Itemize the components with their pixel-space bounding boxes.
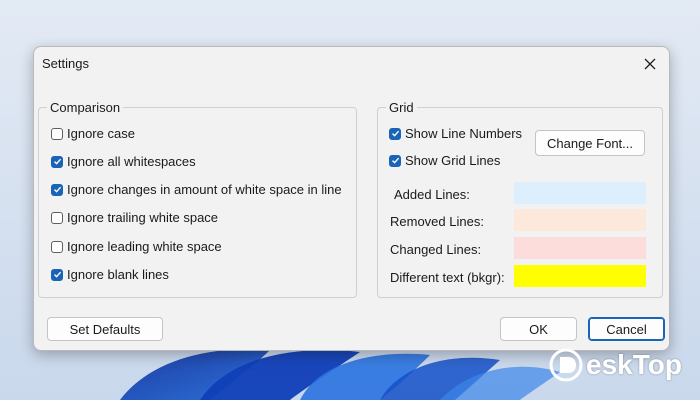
changed-lines-label: Changed Lines: (390, 242, 482, 257)
checkbox-box (51, 268, 63, 281)
checkbox-box (51, 211, 63, 224)
check-icon (391, 130, 399, 137)
comparison-group-label: Comparison (47, 100, 124, 115)
show-line-numbers-checkbox[interactable]: Show Line Numbers (389, 126, 522, 141)
added-lines-color-swatch[interactable] (514, 182, 646, 204)
checkbox-box (389, 154, 401, 167)
show-grid-lines-checkbox[interactable]: Show Grid Lines (389, 153, 500, 168)
checkbox-label: Ignore all whitespaces (67, 154, 196, 169)
different-text-label: Different text (bkgr): (390, 270, 505, 285)
ignore-trailing-whitespace-checkbox[interactable]: Ignore trailing white space (51, 210, 218, 225)
changed-lines-color-swatch[interactable] (514, 237, 646, 259)
dialog-titlebar: Settings (34, 47, 669, 81)
checkbox-label: Ignore case (67, 126, 135, 141)
close-button[interactable] (637, 51, 663, 77)
comparison-group: Comparison Ignore case Ignore all whites… (38, 100, 357, 298)
d-logo-icon (549, 348, 583, 382)
checkbox-label: Show Line Numbers (405, 126, 523, 141)
checkbox-label: Ignore leading white space (67, 239, 222, 254)
checkbox-label: Ignore changes in amount of white space … (67, 182, 342, 197)
cancel-button[interactable]: Cancel (588, 317, 665, 341)
checkbox-label: Show Grid Lines (405, 153, 501, 168)
ok-button[interactable]: OK (500, 317, 577, 341)
ignore-leading-whitespace-checkbox[interactable]: Ignore leading white space (51, 239, 222, 254)
checkbox-label: Ignore trailing white space (67, 210, 219, 225)
checkbox-box (51, 240, 63, 253)
check-icon (53, 271, 61, 278)
checkbox-box (389, 127, 401, 140)
check-icon (53, 186, 61, 193)
change-font-button[interactable]: Change Font... (535, 130, 645, 156)
check-icon (391, 157, 399, 164)
checkbox-box (51, 183, 63, 196)
checkbox-box (51, 127, 63, 140)
grid-group-label: Grid (386, 100, 417, 115)
ignore-changes-amount-whitespace-checkbox[interactable]: Ignore changes in amount of white space … (51, 182, 342, 197)
settings-dialog: Settings Comparison Ignore case Ignore a… (33, 46, 670, 351)
ignore-case-checkbox[interactable]: Ignore case (51, 126, 135, 141)
removed-lines-color-swatch[interactable] (514, 209, 646, 231)
desktop-watermark: eskTop (548, 345, 682, 385)
added-lines-label: Added Lines: (394, 187, 470, 202)
close-icon (644, 58, 656, 70)
ignore-all-whitespaces-checkbox[interactable]: Ignore all whitespaces (51, 154, 196, 169)
removed-lines-label: Removed Lines: (390, 214, 484, 229)
check-icon (53, 158, 61, 165)
checkbox-box (51, 155, 63, 168)
ignore-blank-lines-checkbox[interactable]: Ignore blank lines (51, 267, 169, 282)
set-defaults-button[interactable]: Set Defaults (47, 317, 163, 341)
grid-group: Grid Show Line Numbers Show Grid Lines C… (377, 100, 663, 298)
different-text-color-swatch[interactable] (514, 265, 646, 287)
dialog-title: Settings (42, 56, 89, 71)
watermark-text: eskTop (586, 349, 682, 380)
checkbox-label: Ignore blank lines (67, 267, 169, 282)
